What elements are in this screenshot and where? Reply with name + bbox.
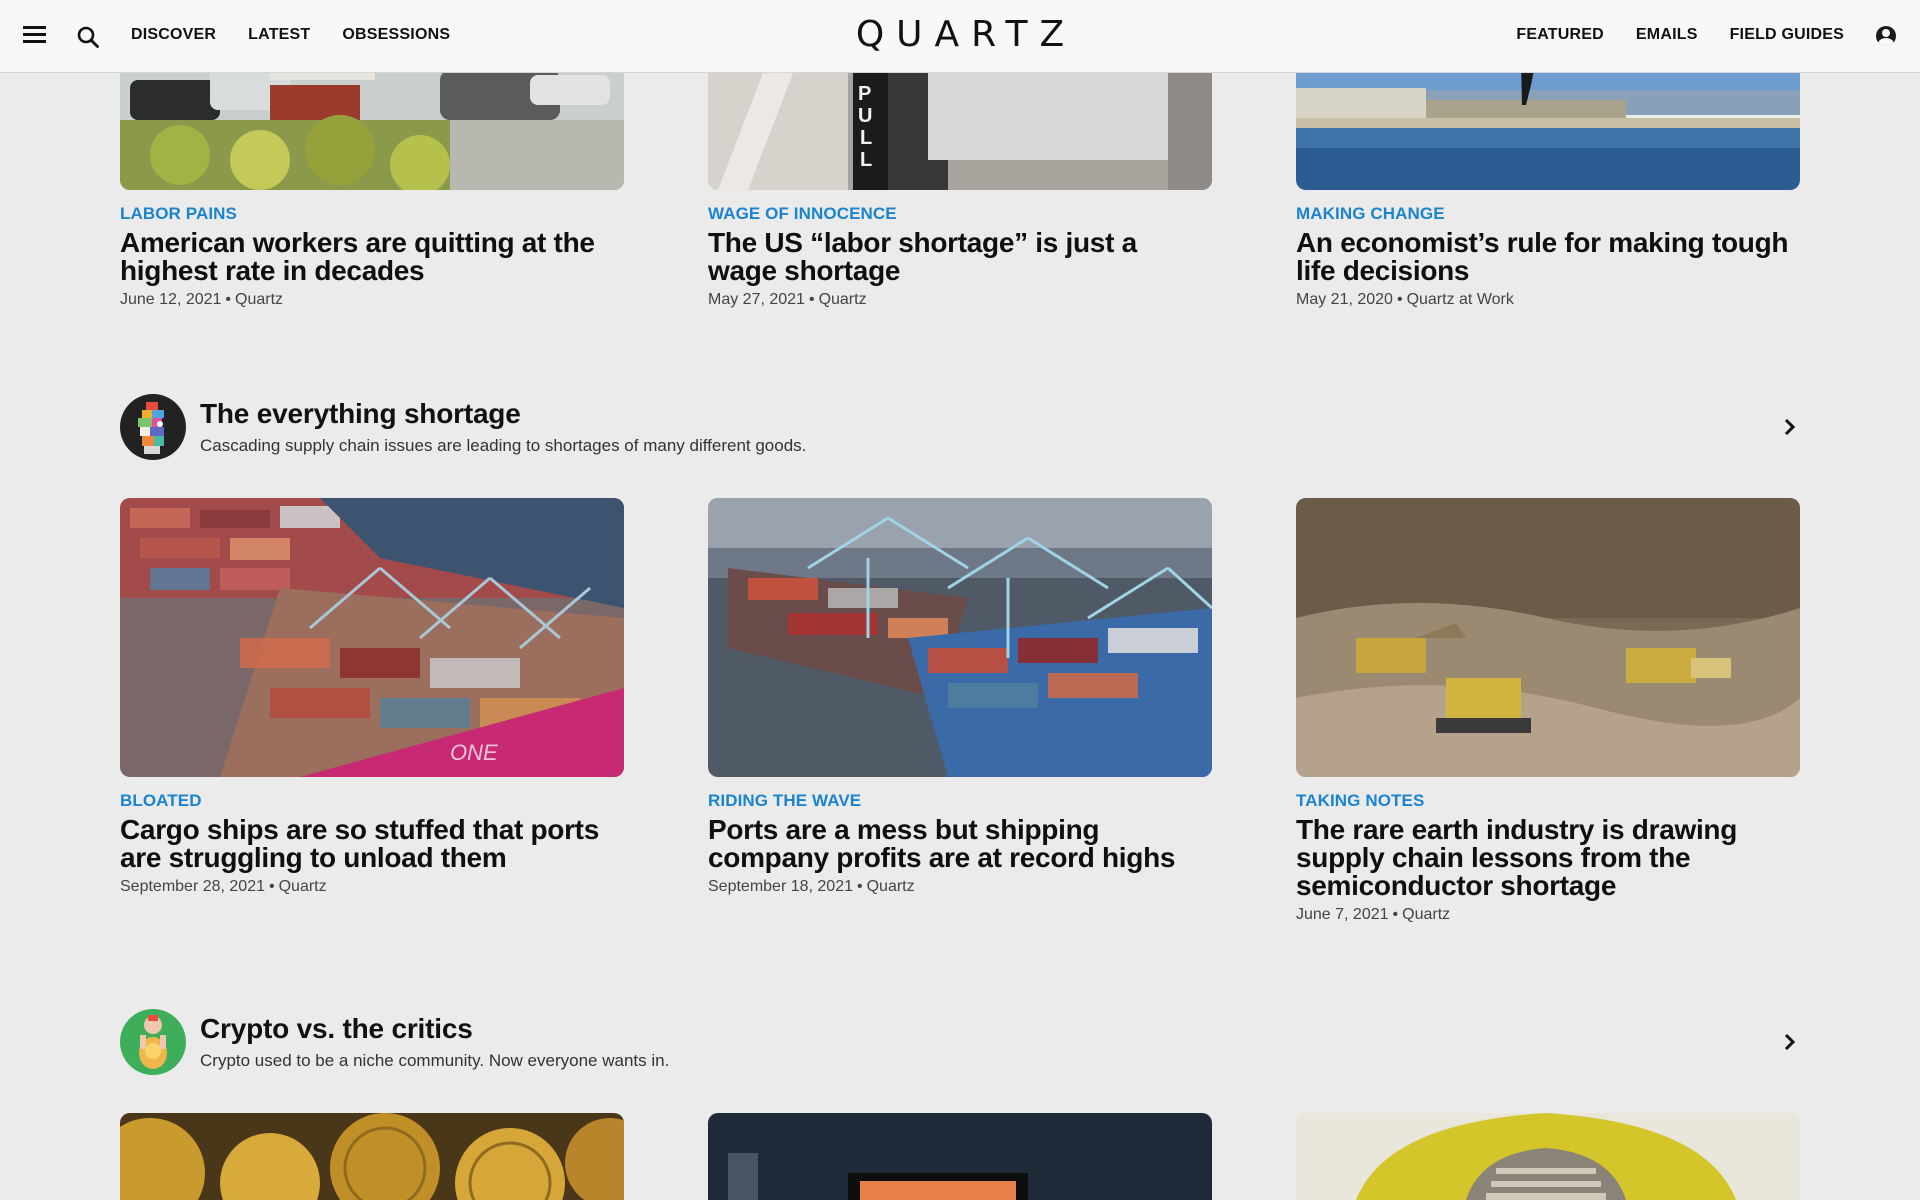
svg-text:P: P <box>858 83 871 105</box>
top-navigation-bar: DISCOVER LATEST OBSESSIONS QUARTZ FEATUR… <box>0 0 1920 73</box>
obsession-header-everything-shortage: The everything shortage Cascading supply… <box>120 394 1800 460</box>
everything-shortage-avatar-icon[interactable] <box>120 394 186 460</box>
article-meta: May 21, 2020 • Quartz at Work <box>1296 291 1514 308</box>
nav-obsessions[interactable]: OBSESSIONS <box>342 26 450 44</box>
article-thumbnail-taking-notes[interactable] <box>1296 498 1800 777</box>
svg-text:L: L <box>860 149 872 171</box>
article-headline[interactable]: American workers are quitting at the hig… <box>120 229 624 285</box>
article-thumbnail-labor-pains[interactable] <box>120 60 624 190</box>
article-date: September 28, 2021 <box>120 878 265 895</box>
nav-latest[interactable]: LATEST <box>248 26 310 44</box>
article-thumbnail-crypto-1[interactable] <box>120 1113 624 1200</box>
svg-text:ONE: ONE <box>450 740 498 765</box>
article-date: May 27, 2021 <box>708 291 805 308</box>
nav-emails[interactable]: EMAILS <box>1636 26 1698 44</box>
article-kicker[interactable]: MAKING CHANGE <box>1296 204 1800 224</box>
quartz-logo[interactable]: QUARTZ <box>856 14 1076 55</box>
article-kicker[interactable]: BLOATED <box>120 791 624 811</box>
article-source: Quartz <box>1402 906 1451 923</box>
article-card-making-change: MAKING CHANGE An economist’s rule for ma… <box>1296 204 1800 309</box>
chevron-right-icon[interactable] <box>1780 1031 1800 1053</box>
article-kicker[interactable]: WAGE OF INNOCENCE <box>708 204 1212 224</box>
crypto-avatar-icon[interactable] <box>120 1009 186 1075</box>
article-kicker[interactable]: TAKING NOTES <box>1296 791 1800 811</box>
article-thumbnail-crypto-3[interactable] <box>1296 1113 1800 1200</box>
article-date: June 12, 2021 <box>120 291 222 308</box>
article-date: May 21, 2020 <box>1296 291 1393 308</box>
article-source: Quartz <box>866 878 915 895</box>
section-title[interactable]: The everything shortage <box>200 398 521 430</box>
article-card-taking-notes: TAKING NOTES The rare earth industry is … <box>1296 791 1800 924</box>
primary-nav: DISCOVER LATEST OBSESSIONS <box>131 26 450 44</box>
article-headline[interactable]: Cargo ships are so stuffed that ports ar… <box>120 816 624 872</box>
article-meta: September 18, 2021 • Quartz <box>708 878 915 895</box>
article-card-wage-of-innocence: WAGE OF INNOCENCE The US “labor shortage… <box>708 204 1212 309</box>
article-thumbnail-riding-the-wave[interactable] <box>708 498 1212 777</box>
section-description: Crypto used to be a niche community. Now… <box>200 1051 670 1070</box>
svg-text:U: U <box>858 105 872 127</box>
article-source: Quartz at Work <box>1406 291 1514 308</box>
chevron-right-icon[interactable] <box>1780 416 1800 438</box>
article-thumbnail-bloated[interactable]: ONE <box>120 498 624 777</box>
article-meta: June 12, 2021 • Quartz <box>120 291 284 308</box>
article-card-riding-the-wave: RIDING THE WAVE Ports are a mess but shi… <box>708 791 1212 896</box>
svg-text:L: L <box>860 127 872 149</box>
article-headline[interactable]: The rare earth industry is drawing suppl… <box>1296 816 1800 900</box>
nav-discover[interactable]: DISCOVER <box>131 26 216 44</box>
article-card-labor-pains: LABOR PAINS American workers are quittin… <box>120 204 624 309</box>
article-card-bloated: BLOATED Cargo ships are so stuffed that … <box>120 791 624 896</box>
article-thumbnail-making-change[interactable] <box>1296 60 1800 190</box>
article-headline[interactable]: The US “labor shortage” is just a wage s… <box>708 229 1212 285</box>
article-thumbnail-crypto-2[interactable] <box>708 1113 1212 1200</box>
section-title[interactable]: Crypto vs. the critics <box>200 1013 473 1045</box>
search-icon[interactable] <box>76 25 100 49</box>
obsession-header-crypto-vs-critics: Crypto vs. the critics Crypto used to be… <box>120 1009 1800 1075</box>
section-description: Cascading supply chain issues are leadin… <box>200 436 807 455</box>
article-meta: June 7, 2021 • Quartz <box>1296 906 1451 923</box>
article-kicker[interactable]: LABOR PAINS <box>120 204 624 224</box>
article-headline[interactable]: An economist’s rule for making tough lif… <box>1296 229 1800 285</box>
article-headline[interactable]: Ports are a mess but shipping company pr… <box>708 816 1212 872</box>
article-date: June 7, 2021 <box>1296 906 1389 923</box>
article-thumbnail-wage-of-innocence[interactable]: P U L L <box>708 60 1212 190</box>
article-meta: May 27, 2021 • Quartz <box>708 291 867 308</box>
article-source: Quartz <box>818 291 867 308</box>
article-source: Quartz <box>278 878 327 895</box>
hamburger-menu-icon[interactable] <box>23 26 46 44</box>
article-source: Quartz <box>235 291 284 308</box>
account-icon[interactable] <box>1876 26 1896 46</box>
secondary-nav: FEATURED EMAILS FIELD GUIDES <box>1516 26 1844 44</box>
article-date: September 18, 2021 <box>708 878 853 895</box>
article-kicker[interactable]: RIDING THE WAVE <box>708 791 1212 811</box>
nav-featured[interactable]: FEATURED <box>1516 26 1604 44</box>
article-meta: September 28, 2021 • Quartz <box>120 878 327 895</box>
nav-field-guides[interactable]: FIELD GUIDES <box>1730 26 1844 44</box>
